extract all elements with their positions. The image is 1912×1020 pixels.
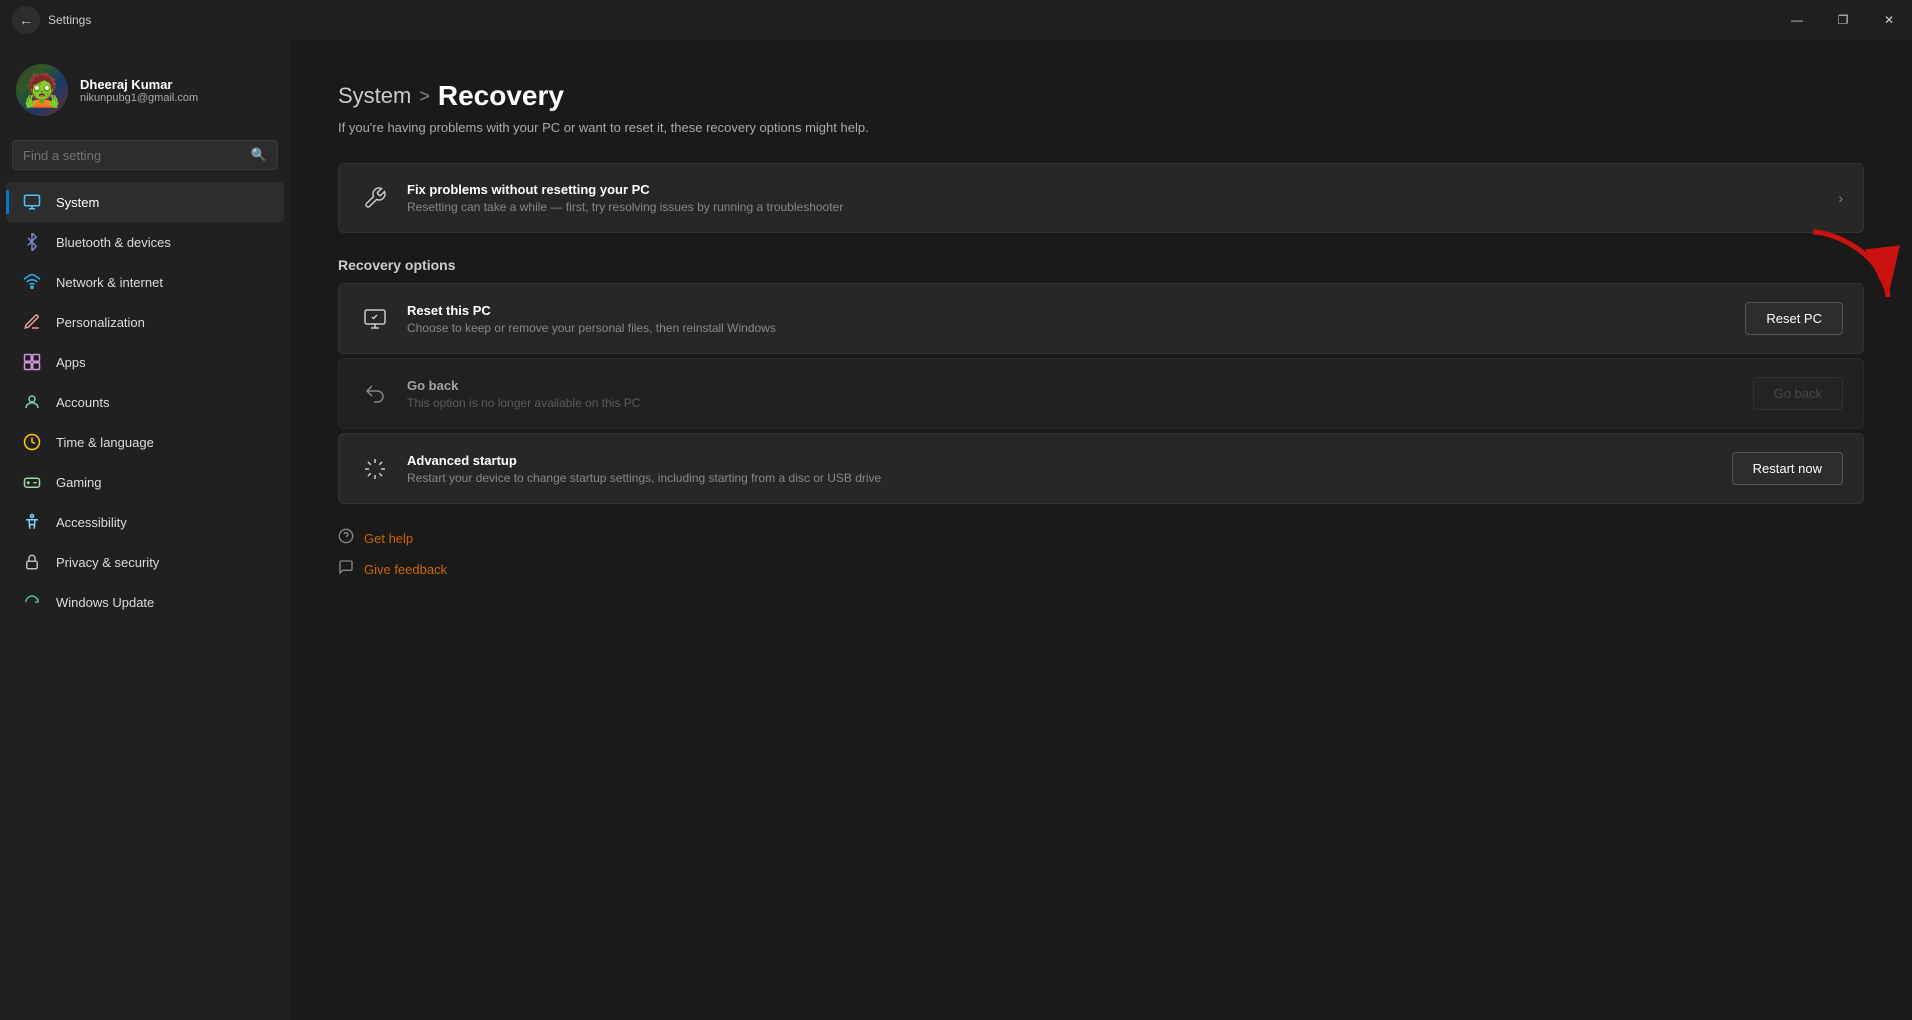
restart-now-button[interactable]: Restart now bbox=[1732, 452, 1843, 485]
nav-item-time[interactable]: Time & language bbox=[6, 422, 284, 462]
go-back-title: Go back bbox=[407, 378, 1737, 393]
go-back-desc: This option is no longer available on th… bbox=[407, 396, 1737, 410]
get-help-icon bbox=[338, 528, 354, 549]
advanced-startup-title: Advanced startup bbox=[407, 453, 1716, 468]
update-icon bbox=[22, 592, 42, 612]
nav-item-personalization[interactable]: Personalization bbox=[6, 302, 284, 342]
search-icon: 🔍 bbox=[251, 147, 267, 163]
network-icon bbox=[22, 272, 42, 292]
avatar: 🧟 bbox=[16, 64, 68, 116]
search-input[interactable] bbox=[23, 148, 243, 163]
fix-problems-icon bbox=[359, 182, 391, 214]
nav-label-personalization: Personalization bbox=[56, 315, 145, 330]
advanced-startup-text: Advanced startup Restart your device to … bbox=[407, 453, 1716, 485]
apps-icon bbox=[22, 352, 42, 372]
fix-problems-action: › bbox=[1838, 190, 1843, 206]
restore-button[interactable]: ❐ bbox=[1820, 0, 1866, 40]
nav-item-apps[interactable]: Apps bbox=[6, 342, 284, 382]
accounts-icon bbox=[22, 392, 42, 412]
go-back-action: Go back bbox=[1753, 377, 1843, 410]
breadcrumb: System > Recovery bbox=[338, 80, 1864, 112]
give-feedback-row: Give feedback bbox=[338, 559, 1864, 580]
nav-item-gaming[interactable]: Gaming bbox=[6, 462, 284, 502]
content-area: System > Recovery If you're having probl… bbox=[290, 40, 1912, 1020]
system-icon bbox=[22, 192, 42, 212]
user-email: nikunpubg1@gmail.com bbox=[80, 92, 198, 104]
fix-problems-text: Fix problems without resetting your PC R… bbox=[407, 182, 1822, 214]
nav-item-bluetooth[interactable]: Bluetooth & devices bbox=[6, 222, 284, 262]
nav-item-update[interactable]: Windows Update bbox=[6, 582, 284, 622]
get-help-link[interactable]: Get help bbox=[364, 531, 413, 546]
bluetooth-icon bbox=[22, 232, 42, 252]
go-back-text: Go back This option is no longer availab… bbox=[407, 378, 1737, 410]
main-layout: 🧟 Dheeraj Kumar nikunpubg1@gmail.com 🔍 S… bbox=[0, 40, 1912, 1020]
back-button[interactable]: ← bbox=[12, 6, 40, 34]
advanced-startup-desc: Restart your device to change startup se… bbox=[407, 471, 1716, 485]
nav-label-apps: Apps bbox=[56, 355, 86, 370]
recovery-section-title: Recovery options bbox=[338, 257, 1864, 273]
user-profile[interactable]: 🧟 Dheeraj Kumar nikunpubg1@gmail.com bbox=[0, 48, 290, 136]
user-info: Dheeraj Kumar nikunpubg1@gmail.com bbox=[80, 77, 198, 104]
breadcrumb-parent[interactable]: System bbox=[338, 83, 411, 109]
titlebar-controls: — ❐ ✕ bbox=[1774, 0, 1912, 40]
nav-label-system: System bbox=[56, 195, 99, 210]
sidebar: 🧟 Dheeraj Kumar nikunpubg1@gmail.com 🔍 S… bbox=[0, 40, 290, 1020]
nav-label-privacy: Privacy & security bbox=[56, 555, 159, 570]
nav-label-gaming: Gaming bbox=[56, 475, 102, 490]
links-section: Get help Give feedback bbox=[338, 528, 1864, 580]
time-icon bbox=[22, 432, 42, 452]
give-feedback-icon bbox=[338, 559, 354, 580]
advanced-startup-action: Restart now bbox=[1732, 452, 1843, 485]
nav-label-accessibility: Accessibility bbox=[56, 515, 127, 530]
page-description: If you're having problems with your PC o… bbox=[338, 120, 1864, 135]
go-back-button: Go back bbox=[1753, 377, 1843, 410]
advanced-startup-card[interactable]: Advanced startup Restart your device to … bbox=[338, 433, 1864, 504]
fix-problems-title: Fix problems without resetting your PC bbox=[407, 182, 1822, 197]
accessibility-icon bbox=[22, 512, 42, 532]
nav-item-network[interactable]: Network & internet bbox=[6, 262, 284, 302]
gaming-icon bbox=[22, 472, 42, 492]
nav-label-update: Windows Update bbox=[56, 595, 154, 610]
minimize-button[interactable]: — bbox=[1774, 0, 1820, 40]
advanced-startup-icon bbox=[359, 453, 391, 485]
reset-pc-icon bbox=[359, 303, 391, 335]
breadcrumb-current: Recovery bbox=[438, 80, 564, 112]
personalization-icon bbox=[22, 312, 42, 332]
close-button[interactable]: ✕ bbox=[1866, 0, 1912, 40]
nav-label-accounts: Accounts bbox=[56, 395, 109, 410]
nav-item-accessibility[interactable]: Accessibility bbox=[6, 502, 284, 542]
fix-problems-chevron: › bbox=[1838, 190, 1843, 206]
nav-item-accounts[interactable]: Accounts bbox=[6, 382, 284, 422]
titlebar: ← Settings — ❐ ✕ bbox=[0, 0, 1912, 40]
nav-label-time: Time & language bbox=[56, 435, 154, 450]
fix-problems-card[interactable]: Fix problems without resetting your PC R… bbox=[338, 163, 1864, 233]
nav-item-system[interactable]: System bbox=[6, 182, 284, 222]
reset-pc-card[interactable]: Reset this PC Choose to keep or remove y… bbox=[338, 283, 1864, 354]
privacy-icon bbox=[22, 552, 42, 572]
go-back-card: Go back This option is no longer availab… bbox=[338, 358, 1864, 429]
nav-label-network: Network & internet bbox=[56, 275, 163, 290]
reset-pc-text: Reset this PC Choose to keep or remove y… bbox=[407, 303, 1729, 335]
nav-label-bluetooth: Bluetooth & devices bbox=[56, 235, 171, 250]
give-feedback-link[interactable]: Give feedback bbox=[364, 562, 447, 577]
nav-item-privacy[interactable]: Privacy & security bbox=[6, 542, 284, 582]
reset-pc-button[interactable]: Reset PC bbox=[1745, 302, 1843, 335]
titlebar-title: Settings bbox=[48, 13, 91, 27]
reset-pc-title: Reset this PC bbox=[407, 303, 1729, 318]
go-back-icon bbox=[359, 378, 391, 410]
reset-pc-desc: Choose to keep or remove your personal f… bbox=[407, 321, 1729, 335]
fix-problems-desc: Resetting can take a while — first, try … bbox=[407, 200, 1822, 214]
reset-pc-action: Reset PC bbox=[1745, 302, 1843, 335]
get-help-row: Get help bbox=[338, 528, 1864, 549]
user-name: Dheeraj Kumar bbox=[80, 77, 198, 92]
search-box[interactable]: 🔍 bbox=[12, 140, 278, 170]
breadcrumb-chevron: > bbox=[419, 86, 430, 107]
